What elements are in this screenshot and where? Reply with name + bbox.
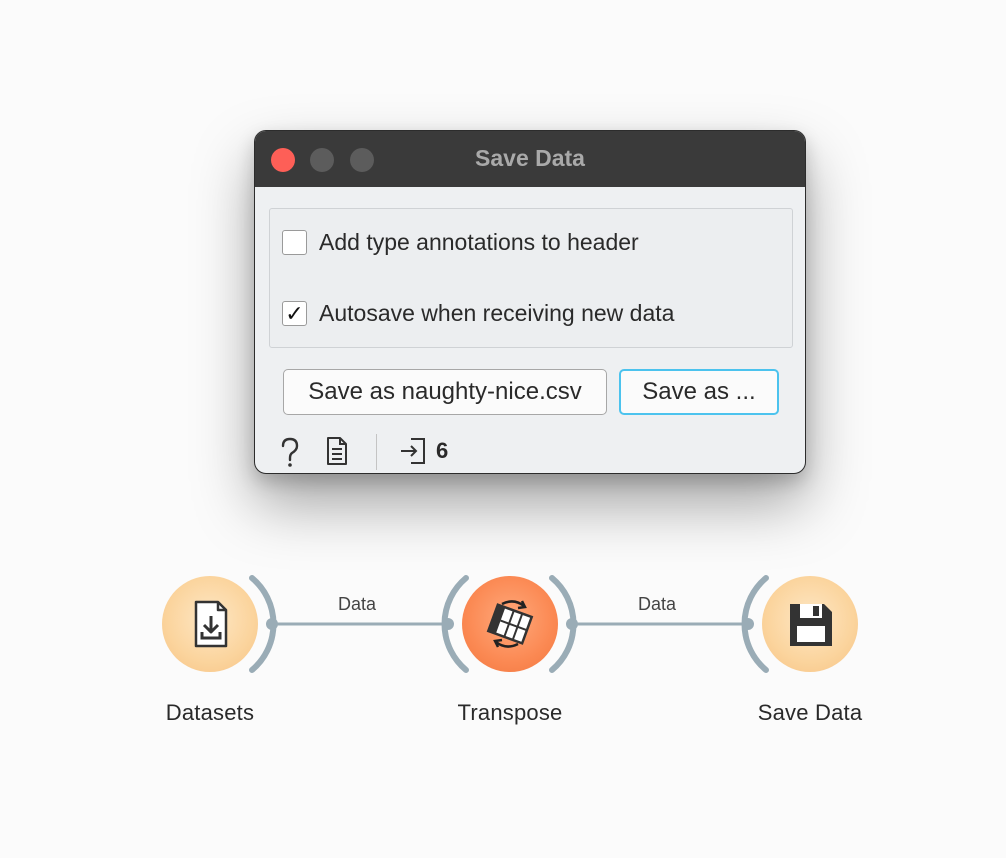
transpose-output-anchor[interactable] [566,618,578,630]
download-file-icon [194,600,228,648]
autosave-option[interactable]: ✓ Autosave when receiving new data [282,300,674,327]
save-file-button[interactable]: Save as naughty-nice.csv [283,369,607,415]
save-data-window: Save Data Add type annotations to header… [254,130,806,474]
add-annotations-checkbox[interactable] [282,230,307,255]
window-title: Save Data [475,145,585,171]
node-transpose[interactable] [462,576,558,672]
save-as-button[interactable]: Save as ... [619,369,779,415]
node-save-data-caption: Save Data [757,700,863,725]
node-transpose-caption: Transpose [457,700,563,725]
savedata-input-anchor[interactable] [742,618,754,630]
autosave-label[interactable]: Autosave when receiving new data [319,300,674,327]
node-datasets[interactable] [162,576,258,672]
link-label-1: Data [338,594,377,614]
floppy-disk-icon [790,604,832,646]
link-label-2: Data [638,594,677,614]
status-separator [376,434,377,470]
node-save-data[interactable] [762,576,858,672]
window-titlebar[interactable]: Save Data [255,131,805,187]
report-icon[interactable] [325,436,349,466]
add-annotations-label[interactable]: Add type annotations to header [319,229,639,256]
add-annotations-option[interactable]: Add type annotations to header [282,229,639,256]
transpose-input-anchor[interactable] [442,618,454,630]
node-datasets-caption: Datasets [165,700,255,725]
transpose-table-icon [486,600,534,648]
datasets-output-anchor[interactable] [266,618,278,630]
options-group: Add type annotations to header ✓ Autosav… [269,208,793,348]
help-icon[interactable] [277,436,303,468]
input-icon[interactable] [399,436,427,466]
input-count: 6 [436,438,449,463]
autosave-checkbox[interactable]: ✓ [282,301,307,326]
